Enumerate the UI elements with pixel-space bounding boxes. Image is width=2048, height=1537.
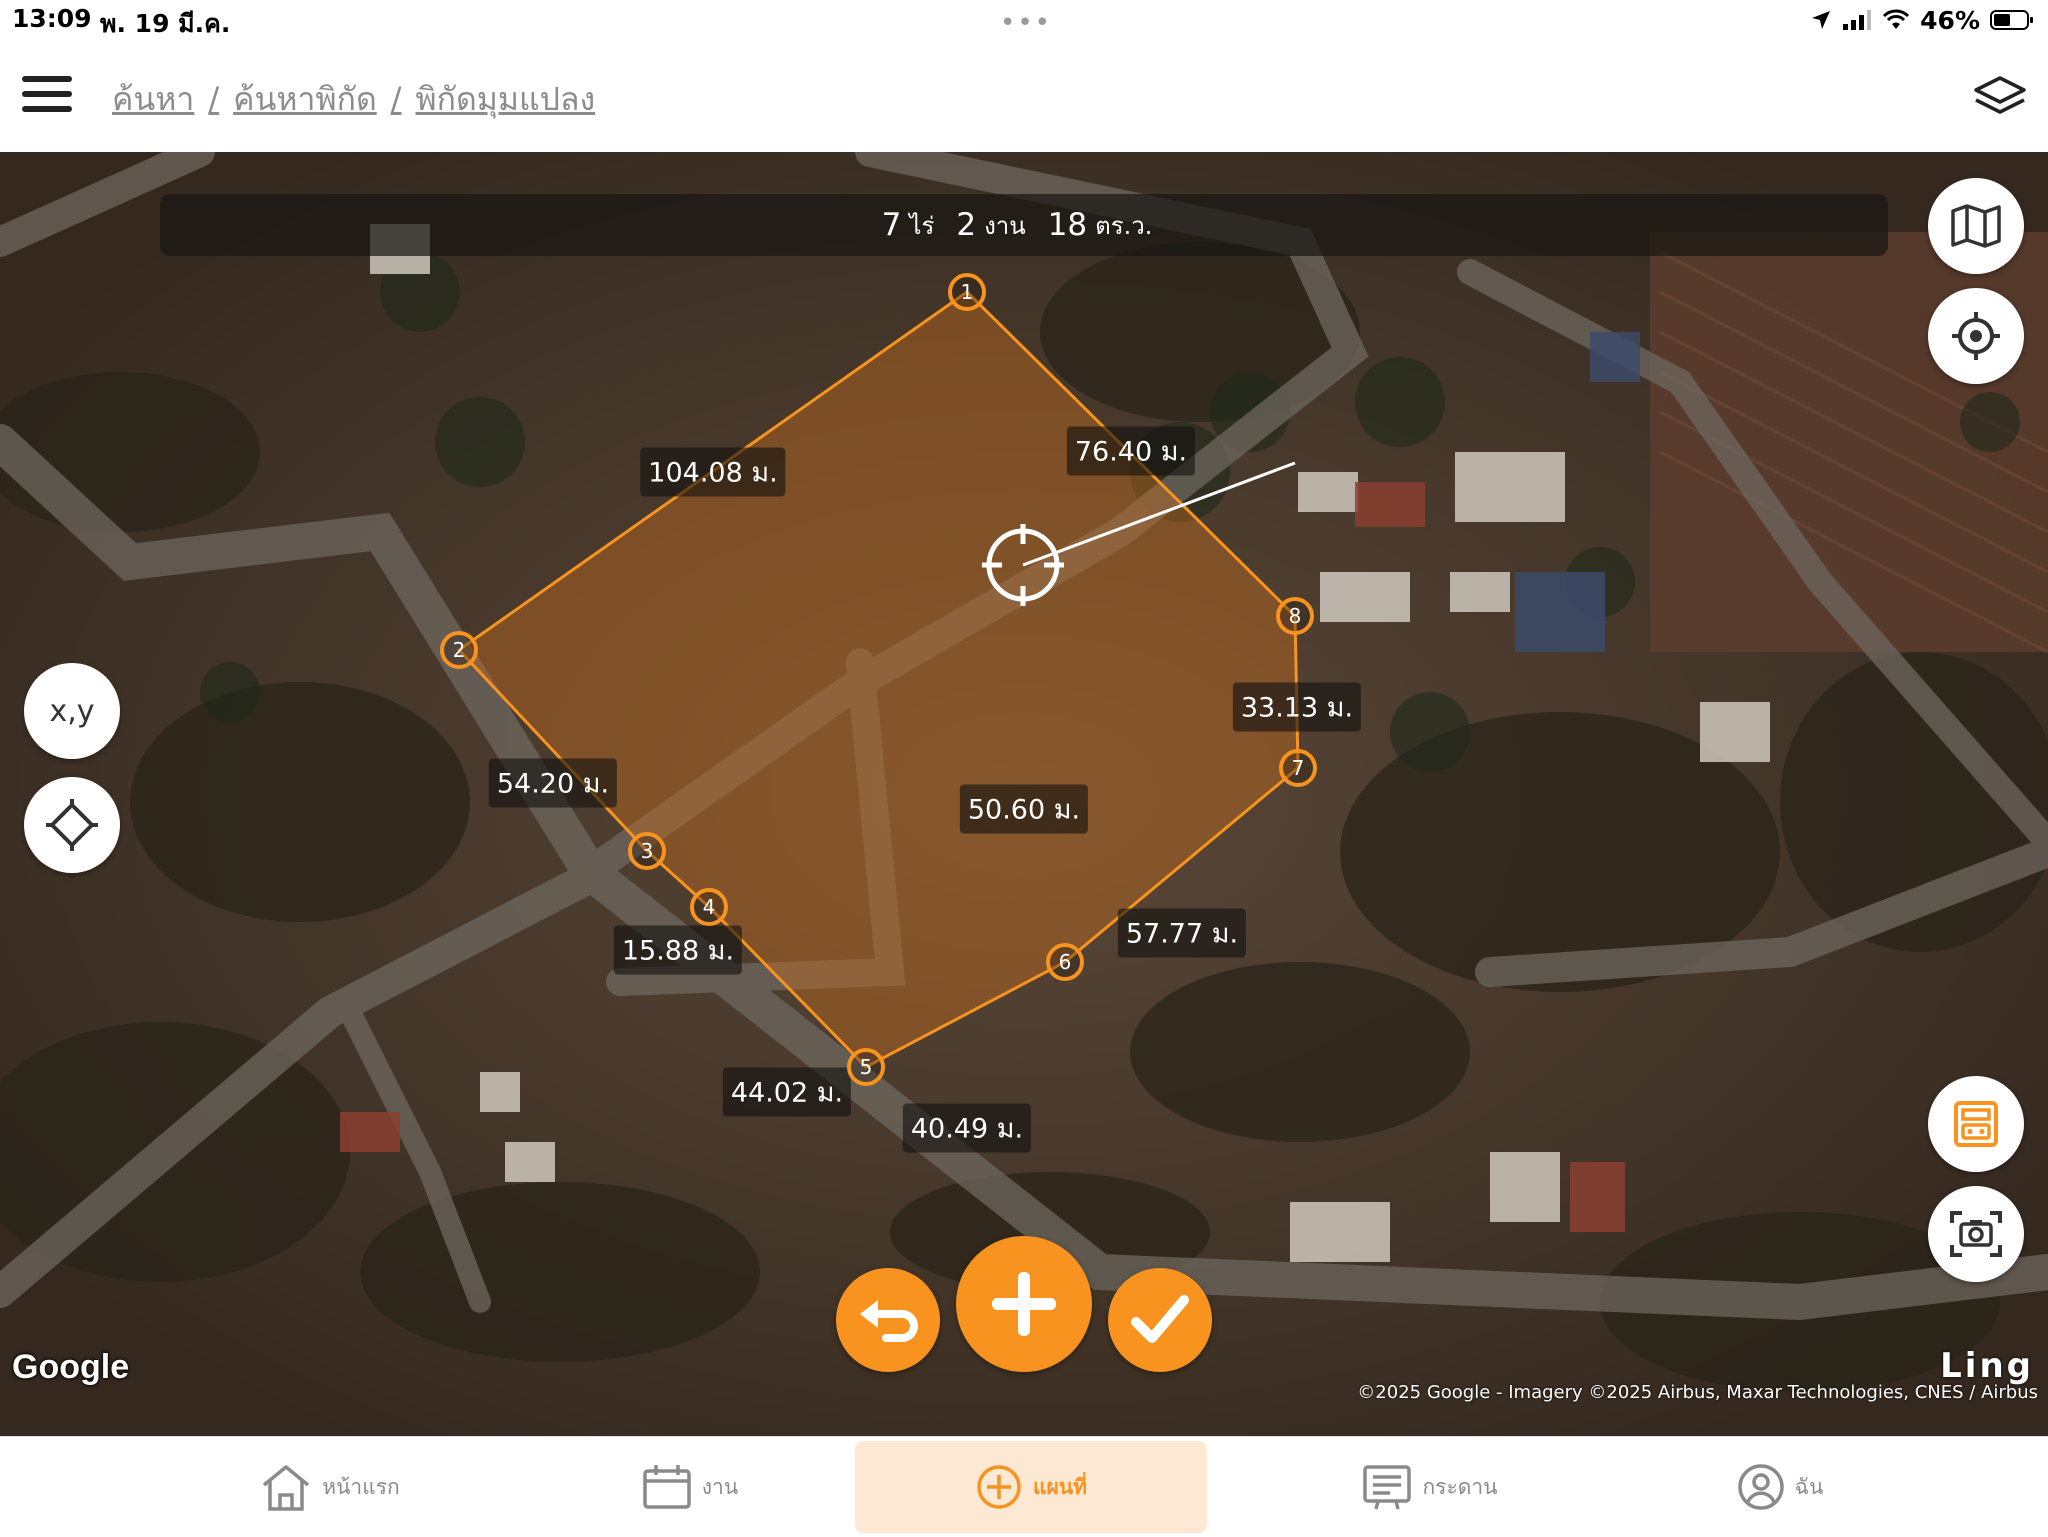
camera-scan-icon: [1950, 1211, 2002, 1257]
area-ngan-value: 2: [956, 207, 977, 243]
breadcrumb-search[interactable]: ค้นหา: [112, 80, 194, 118]
vertex-1[interactable]: 1: [948, 273, 986, 311]
area-rai-unit: ไร่: [909, 211, 935, 240]
status-time: 13:09: [12, 4, 92, 33]
brand-mark: Ling: [1940, 1346, 2034, 1386]
vertex-4[interactable]: 4: [690, 888, 728, 926]
cellular-signal-icon: [1843, 10, 1872, 30]
vertex-5[interactable]: 5: [847, 1048, 885, 1086]
undo-button[interactable]: [836, 1268, 940, 1372]
add-circle-icon: [977, 1465, 1021, 1509]
calendar-icon: [643, 1465, 691, 1509]
board-icon: [1363, 1465, 1412, 1510]
tab-jobs[interactable]: งาน: [560, 1437, 820, 1537]
tab-map[interactable]: แผนที่: [855, 1441, 1207, 1533]
vertex-2[interactable]: 2: [440, 631, 478, 669]
edge-length-2-3: 54.20 ม.: [488, 758, 618, 808]
confirm-button[interactable]: [1108, 1268, 1212, 1372]
calculator-icon: [1954, 1101, 1998, 1147]
google-logo: Google: [12, 1348, 130, 1386]
tab-profile-label: ฉัน: [1794, 1474, 1824, 1499]
add-vertex-button[interactable]: [956, 1236, 1092, 1372]
user-icon: [1737, 1464, 1784, 1510]
bottom-tab-bar: หน้าแรก งาน แผนที่ กระดาน ฉัน: [0, 1436, 2048, 1537]
battery-icon: [1990, 10, 2033, 30]
layers-button[interactable]: [1972, 72, 2028, 120]
undo-icon: [860, 1300, 918, 1342]
tab-jobs-label: งาน: [701, 1474, 739, 1499]
area-rai-value: 7: [881, 207, 902, 243]
battery-percent: 46%: [1920, 5, 1980, 35]
calculator-button[interactable]: [1928, 1076, 2024, 1172]
tab-home-label: หน้าแรก: [322, 1474, 400, 1499]
status-date: พ. 19 มี.ค.: [100, 9, 231, 38]
vertex-7[interactable]: 7: [1279, 749, 1317, 787]
tab-profile[interactable]: ฉัน: [1650, 1437, 1910, 1537]
center-distance: 50.60 ม.: [959, 784, 1089, 834]
edge-length-5-6: 40.49 ม.: [902, 1103, 1032, 1153]
edge-length-1-2: 104.08 ม.: [640, 447, 786, 497]
checkmark-icon: [1131, 1295, 1189, 1343]
status-bar: 13:09 พ. 19 มี.ค. ••• 46%: [0, 0, 2048, 40]
map-icon: [1951, 204, 2001, 248]
edge-length-8-1: 76.40 ม.: [1066, 426, 1196, 476]
locate-icon: [1952, 312, 2000, 360]
edge-length-7-8: 33.13 ม.: [1232, 682, 1362, 732]
location-arrow-icon: [1812, 11, 1831, 29]
status-indicators: 46%: [1810, 4, 2034, 36]
screenshot-button[interactable]: [1928, 1186, 2024, 1282]
area-summary: 7 ไร่ 2 งาน 18 ตร.ว.: [160, 194, 1888, 256]
tab-home[interactable]: หน้าแรก: [200, 1437, 460, 1537]
wifi-icon: [1883, 9, 1910, 29]
satellite-map[interactable]: 7 ไร่ 2 งาน 18 ตร.ว. 104.08 ม. 76.40 ม. …: [0, 152, 2048, 1436]
tab-board-label: กระดาน: [1422, 1474, 1498, 1499]
layers-icon: [1974, 76, 2026, 114]
hamburger-icon: [22, 76, 72, 112]
xy-label: x,y: [49, 693, 95, 729]
edge-length-4-5: 44.02 ม.: [722, 1067, 852, 1117]
breadcrumb-plot-corners[interactable]: พิกัดมุมแปลง: [416, 80, 596, 118]
vertex-mode-button[interactable]: [24, 777, 120, 873]
my-location-button[interactable]: [1928, 288, 2024, 384]
area-wa-unit: ตร.ว.: [1095, 211, 1153, 240]
area-wa-value: 18: [1047, 207, 1088, 243]
coordinate-input-button[interactable]: x,y: [24, 663, 120, 759]
map-attribution[interactable]: ©2025 Google - Imagery ©2025 Airbus, Max…: [1357, 1382, 2038, 1403]
breadcrumb-coordinate-search[interactable]: ค้นหาพิกัด: [233, 80, 377, 118]
menu-button[interactable]: [20, 72, 76, 116]
home-icon: [263, 1465, 310, 1511]
edge-length-6-7: 57.77 ม.: [1117, 908, 1247, 958]
diamond-target-icon: [46, 799, 98, 851]
tab-map-label: แผนที่: [1032, 1474, 1088, 1499]
breadcrumb: ค้นหา / ค้นหาพิกัด / พิกัดมุมแปลง: [112, 80, 596, 118]
multitask-dots[interactable]: •••: [1000, 8, 1052, 38]
edge-length-3-4: 15.88 ม.: [613, 925, 743, 975]
vertex-8[interactable]: 8: [1276, 597, 1314, 635]
tab-board[interactable]: กระดาน: [1300, 1437, 1560, 1537]
map-type-button[interactable]: [1928, 178, 2024, 274]
vertex-6[interactable]: 6: [1046, 943, 1084, 981]
plus-icon: [992, 1272, 1056, 1336]
vertex-3[interactable]: 3: [628, 832, 666, 870]
app-header: ค้นหา / ค้นหาพิกัด / พิกัดมุมแปลง: [0, 40, 2048, 152]
area-ngan-unit: งาน: [984, 211, 1026, 240]
